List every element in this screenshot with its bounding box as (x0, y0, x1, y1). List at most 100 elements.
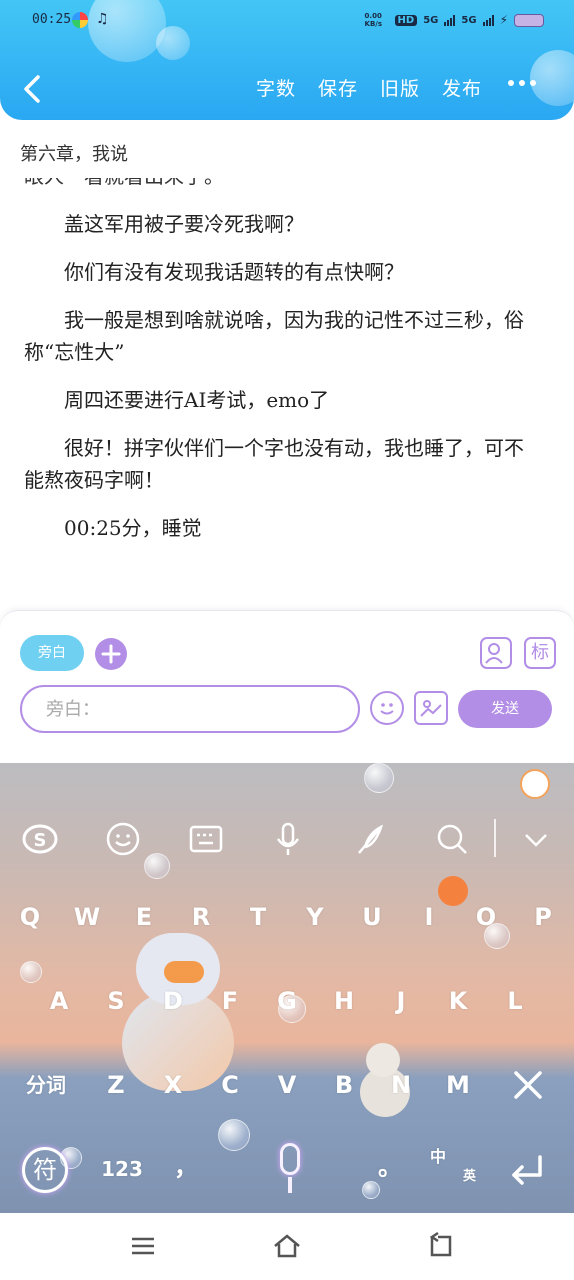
person-icon (485, 643, 503, 664)
narration-tag-button[interactable]: 旁白 (20, 635, 84, 671)
send-button[interactable]: 发送 (458, 690, 552, 728)
key-b[interactable]: B (324, 1065, 364, 1105)
key-w[interactable]: W (67, 897, 107, 937)
status-bar: 00:25 ♫ 0.00 KB/s HD 5G 5G ⚡ (0, 0, 574, 40)
smile-icon (106, 822, 140, 856)
enter-icon (512, 1155, 542, 1185)
key-a[interactable]: A (39, 981, 79, 1021)
key-u[interactable]: U (352, 897, 392, 937)
key-y[interactable]: Y (295, 897, 335, 937)
qq-notification-icon: ♫ (96, 11, 109, 27)
keyboard-switch-button[interactable] (188, 821, 224, 857)
mark-label: 标 (531, 642, 549, 663)
partial-line-text: 眼人一看就看出来了。 (24, 178, 224, 188)
decor-bubble (530, 50, 574, 106)
svg-text:S: S (34, 830, 47, 851)
chapter-title: 第六章，我说 (20, 144, 128, 165)
home-icon (274, 1234, 300, 1258)
mic-stem (288, 1177, 292, 1193)
key-d[interactable]: D (153, 981, 193, 1021)
enter-key[interactable] (504, 1151, 548, 1203)
save-button[interactable]: 保存 (318, 74, 358, 101)
chapter-content[interactable]: 眼人一看就看出来了。 盖这军用被子要冷死我啊？ 你们有没有发现我话题转的有点快啊… (24, 178, 534, 598)
home-nav-button[interactable] (272, 1231, 302, 1261)
partial-line: 眼人一看就看出来了。 (24, 178, 534, 192)
key-t[interactable]: T (238, 897, 278, 937)
menu-icon (132, 1237, 154, 1255)
comma-key[interactable]: ， (166, 1147, 206, 1187)
back-nav-button[interactable] (424, 1231, 454, 1261)
chevron-down-icon (525, 834, 547, 847)
key-z[interactable]: Z (96, 1065, 136, 1105)
key-r[interactable]: R (181, 897, 221, 937)
battery-icon (514, 13, 544, 27)
publish-button[interactable]: 发布 (442, 74, 482, 101)
more-button[interactable] (508, 80, 536, 86)
key-k[interactable]: K (438, 981, 478, 1021)
image-icon (420, 700, 442, 717)
old-version-button[interactable]: 旧版 (380, 74, 420, 101)
narration-input[interactable] (20, 685, 360, 733)
add-role-button[interactable] (95, 638, 127, 670)
search-button[interactable] (434, 821, 470, 857)
key-f[interactable]: F (210, 981, 250, 1021)
keyboard-icon (189, 825, 223, 853)
header: 00:25 ♫ 0.00 KB/s HD 5G 5G ⚡ 字数 保存 旧版 发布 (0, 0, 574, 120)
chevron-left-icon (24, 75, 40, 103)
key-l[interactable]: L (495, 981, 535, 1021)
keyboard: S Q W E R T Y U I O P A S D F G H J K L … (0, 763, 574, 1213)
paragraph: 周四还要进行AI考试，emo了 (64, 388, 330, 412)
key-i[interactable]: I (409, 897, 449, 937)
menu-nav-button[interactable] (128, 1231, 158, 1261)
decor-bubble (144, 853, 170, 879)
more-dot (519, 80, 525, 86)
search-icon (437, 824, 467, 854)
system-nav-bar (0, 1213, 574, 1280)
handwrite-button[interactable] (353, 821, 389, 857)
key-x[interactable]: X (153, 1065, 193, 1105)
word-count-button[interactable]: 字数 (256, 74, 296, 101)
paragraph: 你们有没有发现我话题转的有点快啊？ (64, 260, 404, 284)
screen: 00:25 ♫ 0.00 KB/s HD 5G 5G ⚡ 字数 保存 旧版 发布… (0, 0, 574, 1280)
emoji-button[interactable] (370, 691, 404, 725)
key-q[interactable]: Q (10, 897, 50, 937)
symbol-key[interactable]: 符 (22, 1147, 68, 1193)
key-j[interactable]: J (381, 981, 421, 1021)
app-notification-icon (72, 12, 88, 28)
sogou-button[interactable]: S (22, 821, 58, 857)
back-icon (429, 1231, 452, 1257)
mark-button[interactable]: 标 (524, 637, 556, 669)
number-key[interactable]: 123 (92, 1149, 152, 1189)
feather-icon (358, 824, 384, 854)
key-g[interactable]: G (267, 981, 307, 1021)
key-m[interactable]: M (438, 1065, 478, 1105)
delete-key[interactable] (508, 1065, 548, 1117)
key-s[interactable]: S (96, 981, 136, 1021)
paragraph: 我一般是想到啥就说啥，因为我的记性不过三秒，俗称“忘性大” (24, 308, 524, 364)
smile-icon (380, 703, 394, 715)
emoji-keyboard-button[interactable] (105, 821, 141, 857)
decor-bubble (218, 1119, 250, 1151)
key-n[interactable]: N (381, 1065, 421, 1105)
back-button[interactable] (18, 72, 48, 106)
voice-button[interactable] (270, 821, 306, 857)
network-speed: 0.00 KB/s (364, 12, 383, 28)
key-e[interactable]: E (124, 897, 164, 937)
character-button[interactable] (480, 637, 512, 669)
key-v[interactable]: V (267, 1065, 307, 1105)
sim2-label: 5G (461, 14, 477, 26)
paragraph: 很好！拼字伙伴们一个字也没有动，我也睡了，可不能熬夜码字啊！ (24, 436, 524, 492)
lang-switch-key[interactable]: 中 英 (430, 1147, 476, 1195)
key-h[interactable]: H (324, 981, 364, 1021)
keyboard-mascot-icon[interactable] (520, 769, 550, 799)
collapse-keyboard-button[interactable] (518, 821, 554, 857)
more-dot (530, 80, 536, 86)
key-p[interactable]: P (523, 897, 563, 937)
key-o[interactable]: O (466, 897, 506, 937)
space-voice-key[interactable] (270, 1143, 310, 1199)
image-button[interactable] (414, 691, 448, 725)
key-c[interactable]: C (210, 1065, 250, 1105)
status-time: 00:25 (32, 12, 72, 27)
key-fenci[interactable]: 分词 (14, 1065, 78, 1105)
period-key[interactable]: 。 (370, 1147, 410, 1187)
